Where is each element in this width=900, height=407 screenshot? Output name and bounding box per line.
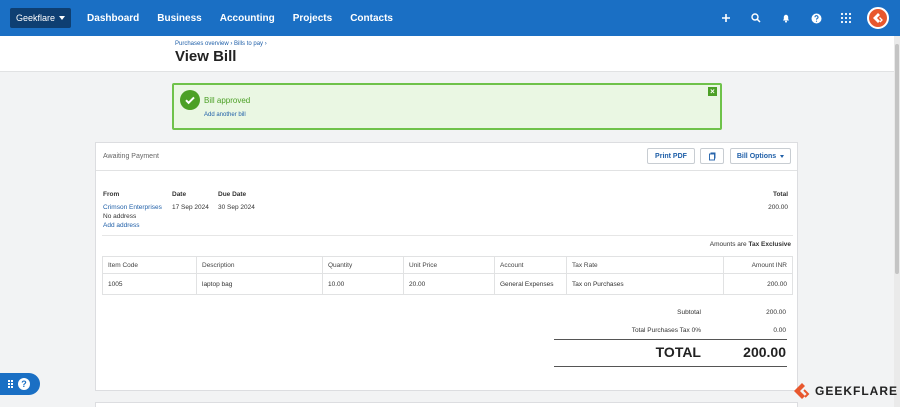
tax-value: 0.00	[773, 327, 786, 334]
grand-total-value: 200.00	[743, 344, 786, 360]
total-divider	[554, 339, 787, 340]
subtotal-label: Subtotal	[677, 309, 701, 316]
nav-links: Dashboard Business Accounting Projects C…	[87, 13, 393, 24]
nav-dashboard[interactable]: Dashboard	[87, 13, 139, 24]
search-icon[interactable]	[741, 0, 771, 36]
amounts-are: Amounts are Tax Exclusive	[710, 241, 791, 248]
table-header-row: Item Code Description Quantity Unit Pric…	[102, 256, 793, 274]
breadcrumb-purchases-overview[interactable]: Purchases overview	[175, 41, 229, 47]
next-card-edge	[95, 402, 798, 407]
print-pdf-button[interactable]: Print PDF	[647, 148, 695, 164]
amount-cell[interactable]: 200.00	[723, 273, 793, 295]
copy-button[interactable]	[700, 148, 724, 164]
page-title: View Bill	[175, 48, 237, 65]
due-date-label: Due Date	[218, 191, 247, 198]
help-icon[interactable]	[801, 0, 831, 36]
description-cell[interactable]: laptop bag	[196, 273, 323, 295]
divider	[102, 235, 793, 236]
contact-link[interactable]: Crimson Enterprises	[103, 204, 162, 211]
breadcrumb-separator: ›	[230, 41, 233, 47]
bill-card: Awaiting Payment Print PDF Bill Options …	[95, 142, 798, 391]
help-button[interactable]: ?	[0, 373, 40, 395]
date-label: Date	[172, 191, 187, 198]
line-items-table: Item Code Description Quantity Unit Pric…	[102, 256, 793, 295]
geekflare-logo-icon	[794, 383, 810, 399]
nav-projects[interactable]: Projects	[293, 13, 332, 24]
account-cell[interactable]: General Expenses	[494, 273, 567, 295]
subtotal-value: 200.00	[766, 309, 786, 316]
status-label: Awaiting Payment	[103, 153, 159, 160]
scrollbar-thumb[interactable]	[895, 44, 899, 274]
bell-icon[interactable]	[771, 0, 801, 36]
nav-actions	[711, 0, 900, 36]
tax-rate-cell[interactable]: Tax on Purchases	[566, 273, 724, 295]
drag-handle-icon	[8, 380, 13, 388]
add-address-link[interactable]: Add address	[103, 222, 140, 229]
close-icon[interactable]: ×	[708, 87, 717, 96]
bill-due-date: 30 Sep 2024	[218, 204, 255, 211]
column-header: Tax Rate	[566, 256, 724, 274]
breadcrumb-bills-to-pay[interactable]: Bills to pay	[234, 41, 263, 47]
column-header: Description	[196, 256, 323, 274]
bill-card-header: Awaiting Payment Print PDF Bill Options	[96, 143, 797, 171]
column-header: Quantity	[322, 256, 404, 274]
unit-price-cell[interactable]: 20.00	[403, 273, 495, 295]
add-another-bill-link[interactable]: Add another bill	[204, 112, 246, 118]
total-label: Total	[772, 191, 788, 198]
bill-options-label: Bill Options	[736, 152, 777, 160]
item-code-cell[interactable]: 1005	[102, 273, 197, 295]
chevron-down-icon	[59, 16, 66, 20]
org-name: Geekflare	[16, 13, 56, 23]
nav-business[interactable]: Business	[157, 13, 201, 24]
watermark: GEEKFLARE	[793, 382, 898, 400]
amounts-are-value: Tax Exclusive	[748, 241, 791, 248]
from-label: From	[103, 191, 120, 198]
copy-icon	[709, 152, 716, 160]
org-switcher-button[interactable]: Geekflare	[10, 8, 72, 28]
bill-total: 200.00	[768, 204, 788, 211]
user-avatar[interactable]	[867, 7, 889, 29]
column-header: Amount INR	[723, 256, 793, 274]
bill-date: 17 Sep 2024	[172, 204, 209, 211]
bill-options-button[interactable]: Bill Options	[730, 148, 791, 164]
nav-contacts[interactable]: Contacts	[350, 13, 393, 24]
apps-grid-icon[interactable]	[831, 0, 861, 36]
geekflare-logo-icon	[873, 13, 883, 23]
chevron-down-icon	[780, 154, 785, 158]
checkmark-icon	[180, 90, 200, 110]
amounts-are-label: Amounts are	[709, 241, 747, 248]
column-header: Item Code	[102, 256, 197, 274]
table-row[interactable]: 1005 laptop bag 10.00 20.00 General Expe…	[102, 273, 793, 295]
tax-label: Total Purchases Tax 0%	[631, 327, 701, 334]
column-header: Account	[494, 256, 567, 274]
quantity-cell[interactable]: 10.00	[322, 273, 404, 295]
success-banner: Bill approved Add another bill ×	[172, 83, 722, 130]
top-nav: Geekflare Dashboard Business Accounting …	[0, 0, 900, 36]
total-divider	[554, 366, 787, 367]
grand-total-label: TOTAL	[655, 344, 701, 360]
help-icon: ?	[18, 378, 30, 390]
address-text: No address	[103, 213, 137, 220]
nav-accounting[interactable]: Accounting	[220, 13, 275, 24]
print-pdf-label: Print PDF	[655, 152, 687, 160]
breadcrumb: Purchases overview › Bills to pay ›	[175, 41, 267, 47]
column-header: Unit Price	[403, 256, 495, 274]
page-header: Purchases overview › Bills to pay › View…	[0, 36, 894, 72]
breadcrumb-separator: ›	[264, 41, 267, 47]
watermark-text: GEEKFLARE	[815, 384, 899, 398]
banner-message: Bill approved	[204, 96, 251, 105]
plus-icon[interactable]	[711, 0, 741, 36]
